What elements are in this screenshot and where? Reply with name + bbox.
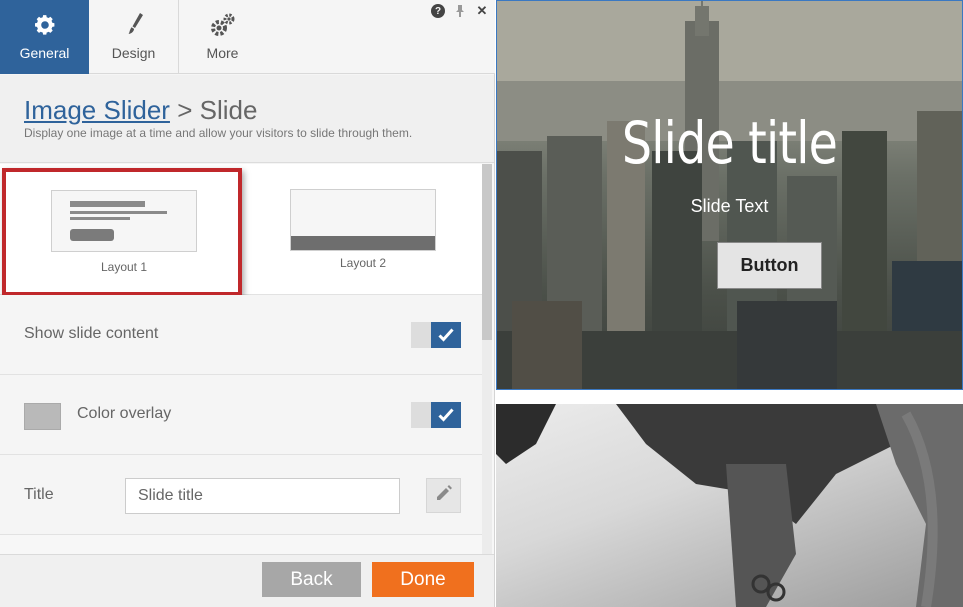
layout-picker: Layout 1 Layout 2 [0, 164, 482, 296]
breadcrumb-separator: > [169, 95, 200, 125]
help-icon[interactable]: ? [431, 4, 445, 18]
title-input[interactable] [125, 478, 400, 514]
slide-preview-city[interactable]: Slide title Slide Text Button [496, 0, 963, 390]
show-slide-content-label: Show slide content [24, 325, 159, 342]
settings-scroll-area: Layout 1 Layout 2 Show slide content Col… [0, 164, 494, 554]
color-overlay-toggle[interactable] [411, 402, 461, 428]
slide-button[interactable]: Button [717, 242, 822, 289]
color-overlay-row: Color overlay [0, 375, 482, 455]
layout-1-option[interactable]: Layout 1 [2, 168, 242, 296]
tab-more[interactable]: More [178, 0, 267, 74]
climber-image [496, 404, 963, 607]
panel-header: Image Slider > Slide Display one image a… [0, 75, 494, 163]
scrollbar[interactable] [482, 164, 492, 554]
panel-subtitle: Display one image at a time and allow yo… [24, 126, 413, 140]
tab-general[interactable]: General [0, 0, 89, 74]
thumb-text-bar [70, 217, 130, 220]
panel-footer: Back Done [0, 554, 494, 607]
pencil-icon [435, 484, 453, 507]
breadcrumb-current: Slide [199, 95, 258, 125]
thumb-button-bar [70, 229, 114, 241]
checkmark-icon [431, 402, 461, 428]
tab-design-label: Design [111, 45, 156, 61]
back-button[interactable]: Back [262, 562, 361, 597]
close-icon[interactable]: ✕ [475, 3, 489, 18]
thumb-title-bar [70, 201, 145, 207]
thumb-footer-bar [291, 236, 435, 250]
breadcrumb-image-slider-link[interactable]: Image Slider [24, 95, 170, 125]
gear-icon [0, 12, 89, 38]
layout-1-thumbnail [51, 190, 197, 252]
window-controls: ? ✕ [431, 3, 489, 18]
tab-more-label: More [206, 45, 239, 61]
edit-title-button[interactable] [426, 478, 461, 513]
thumb-text-bar [70, 211, 167, 214]
tab-bar: General Design More ? ✕ [0, 0, 495, 74]
gears-icon [178, 12, 267, 38]
layout-1-label: Layout 1 [100, 260, 148, 274]
color-overlay-swatch[interactable] [24, 403, 61, 430]
slider-preview: Slide title Slide Text Button [496, 0, 963, 607]
scrollbar-thumb[interactable] [482, 164, 492, 340]
tab-general-label: General [19, 45, 70, 61]
done-button[interactable]: Done [372, 562, 474, 597]
settings-panel: General Design More ? ✕ Image Slider > S… [0, 0, 495, 607]
show-slide-content-toggle[interactable] [411, 322, 461, 348]
title-row: Title [0, 455, 482, 535]
tab-design[interactable]: Design [89, 0, 178, 74]
checkmark-icon [431, 322, 461, 348]
pin-icon[interactable] [453, 4, 467, 18]
layout-2-label: Layout 2 [339, 256, 387, 270]
breadcrumb: Image Slider > Slide [24, 95, 257, 126]
color-overlay-label: Color overlay [77, 405, 172, 422]
slide-title: Slide title [621, 109, 838, 177]
slide-preview-climber[interactable] [496, 404, 963, 607]
layout-2-thumbnail [290, 189, 436, 251]
show-slide-content-row: Show slide content [0, 295, 482, 375]
layout-2-option[interactable]: Layout 2 [242, 164, 482, 295]
slide-text: Slide Text [690, 196, 769, 216]
brush-icon [89, 12, 178, 38]
title-label: Title [24, 486, 54, 503]
